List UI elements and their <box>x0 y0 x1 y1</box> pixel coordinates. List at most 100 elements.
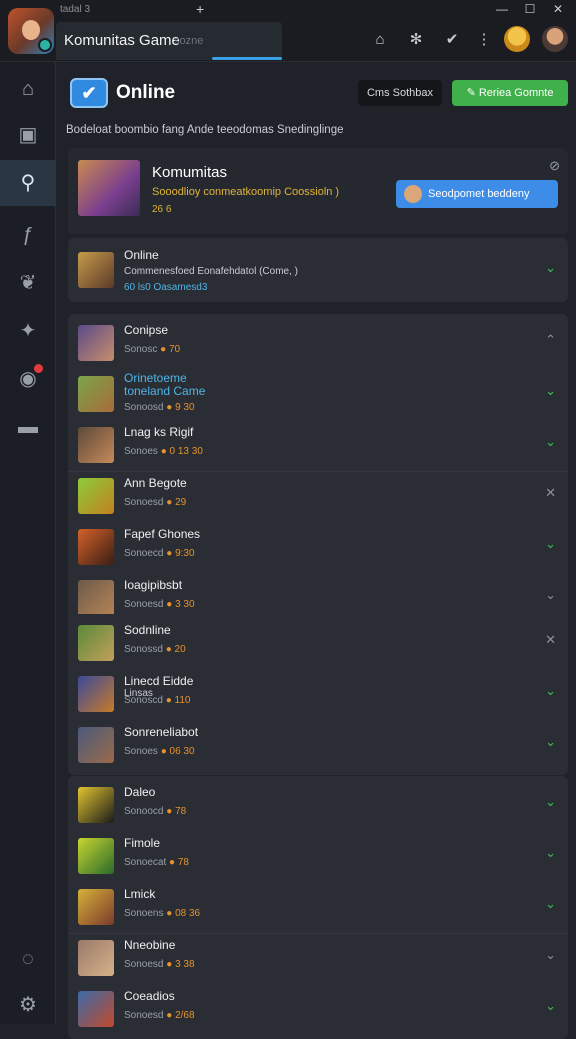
maximize-button[interactable]: ☐ <box>518 2 542 18</box>
chevron-down-icon[interactable]: ⌄ <box>545 734 556 750</box>
game-title: Fimole <box>124 836 161 850</box>
home-icon[interactable]: ⌂ <box>0 66 56 112</box>
coin-icon: ● <box>165 695 175 706</box>
user-avatar[interactable] <box>504 26 530 52</box>
pencil-icon: ✎ <box>466 87 479 99</box>
chevron-down-icon[interactable]: ⌄ <box>545 536 556 552</box>
main-content: ✔ Online Cms Sothbax ✎ Reriea Gomnte Bod… <box>60 62 576 1039</box>
meta-value: 9 30 <box>175 402 195 413</box>
featured-meta: 26 6 <box>152 204 172 215</box>
meta-label: Sonoes <box>124 446 161 457</box>
filter-bar[interactable]: Bodeloat boombio fang Ande teeodomas Sne… <box>66 124 344 136</box>
game-title: Nneobine <box>124 938 176 952</box>
game-title: Fapef Ghones <box>124 527 201 541</box>
app-logo[interactable] <box>8 8 54 54</box>
game-thumbnail <box>78 889 114 925</box>
featured-action-button[interactable]: Seodpomet beddeny <box>396 180 558 208</box>
list-item[interactable]: Fimole Sonoecat ● 78 ⌄ <box>68 831 568 882</box>
list-item[interactable]: Daleo Sonoocd ● 78 ⌄ <box>68 780 568 831</box>
close-window-button[interactable]: ✕ <box>546 2 570 18</box>
chevron-down-icon[interactable]: ⌄ <box>545 587 556 603</box>
check-icon[interactable]: ✔ <box>442 30 462 50</box>
featured-card[interactable]: Komumitas Sooodlioy conmeatkoomip Coossi… <box>68 148 568 234</box>
new-tab-button[interactable]: + <box>196 1 204 17</box>
game-meta: Sonoecat ● 78 <box>124 857 189 868</box>
coin-icon: ● <box>166 1010 176 1021</box>
chevron-down-icon[interactable]: ⌄ <box>545 794 556 810</box>
chevron-down-icon[interactable]: ⌄ <box>545 383 556 399</box>
meta-value: 06 30 <box>169 746 195 757</box>
search-icon[interactable]: ⚲ <box>0 160 56 206</box>
chat-icon[interactable]: ◌ <box>0 936 56 982</box>
coin-icon: ● <box>169 857 178 868</box>
calendar-icon[interactable]: ▣ <box>0 112 56 158</box>
game-thumbnail <box>78 376 114 412</box>
leaf-icon[interactable]: ❦ <box>0 260 56 306</box>
list-item[interactable]: Coeadios Sonoesd ● 2/68 ⌄ <box>68 984 568 1035</box>
list-item[interactable]: Lmick Sonoens ● 08 36 ⌄ <box>68 882 568 933</box>
meta-label: Sonosc <box>124 344 161 355</box>
game-title: Orinetoeme toneland Came <box>124 371 206 398</box>
minimize-button[interactable]: — <box>490 2 514 18</box>
meta-value: 0 13 30 <box>169 446 203 457</box>
secondary-button[interactable]: Cms Sothbax <box>358 80 442 106</box>
more-icon[interactable]: ⋮ <box>474 30 494 50</box>
meta-value: 78 <box>175 806 187 817</box>
settings-icon[interactable]: ⚙ <box>0 982 56 1028</box>
game-meta: Sonoesd ● 2/68 <box>124 1010 195 1021</box>
profile-avatar[interactable] <box>542 26 568 52</box>
list-item[interactable]: Linecd Eidde Linsas Sonoscd ● 110 ⌄ <box>68 669 568 720</box>
list-item[interactable]: Nneobine Sonoesd ● 3 38 ⌄ <box>68 933 568 984</box>
status-title: Online <box>124 248 159 262</box>
chevron-down-icon[interactable]: ⌄ <box>545 845 556 861</box>
chevron-down-icon[interactable]: ⌄ <box>545 260 556 276</box>
game-title: Ioagipibsbt <box>124 578 183 592</box>
game-thumbnail <box>78 625 114 661</box>
list-item[interactable]: Lnag ks Rigif Sonoes ● 0 13 30 ⌄ <box>68 420 568 471</box>
inactive-tab-label[interactable]: tadal 3 <box>60 4 90 15</box>
game-meta: Sonoecd ● 9:30 <box>124 548 195 559</box>
font-icon[interactable]: ƒ <box>0 212 56 258</box>
close-icon[interactable]: ✕ <box>545 485 556 501</box>
meta-value: 70 <box>168 344 181 355</box>
close-icon[interactable]: ✕ <box>545 632 556 648</box>
list-item[interactable]: Sonreneliabot Sonoes ● 06 30 ⌄ <box>68 720 568 771</box>
game-meta: Sonoesd ● 3 30 <box>124 599 195 610</box>
options-icon[interactable]: ⊘ <box>549 158 560 174</box>
chevron-down-icon[interactable]: ⌄ <box>545 896 556 912</box>
list-item[interactable]: Fapef Ghones Sonoecd ● 9:30 ⌄ <box>68 522 568 573</box>
home-icon[interactable]: ⌂ <box>370 30 390 50</box>
gear-icon[interactable]: ✻ <box>406 30 426 50</box>
game-title: Lnag ks Rigif <box>124 425 194 439</box>
meta-label: Sonoocd <box>124 806 167 817</box>
game-title: Coeadios <box>124 989 175 1003</box>
featured-description: Sooodlioy conmeatkoomip Coossioln ) <box>152 186 340 198</box>
pin-icon[interactable]: ✦ <box>0 308 56 354</box>
chevron-down-icon[interactable]: ⌄ <box>545 947 556 963</box>
chevron-down-icon[interactable]: ⌄ <box>545 998 556 1014</box>
chevron-down-icon[interactable]: ⌄ <box>545 434 556 450</box>
game-thumbnail <box>78 529 114 565</box>
briefcase-icon[interactable]: ▬ <box>0 404 56 450</box>
list-item[interactable]: Ann Begote Sonoesd ● 29 ✕ <box>68 471 568 522</box>
meta-label: Sonoes <box>124 746 161 757</box>
game-group: Daleo Sonoocd ● 78 ⌄ Fimole Sonoecat ● 78 ⌄ Lm… <box>68 776 568 1039</box>
game-thumbnail <box>78 940 114 976</box>
primary-button[interactable]: ✎ Reriea Gomnte <box>452 80 568 106</box>
coin-icon: ● <box>166 599 176 610</box>
chevron-down-icon[interactable]: ⌄ <box>545 683 556 699</box>
status-card[interactable]: Online Commenesfoed Eonafehdatol (Come, … <box>68 238 568 302</box>
coin-icon: ● <box>166 402 176 413</box>
list-item[interactable]: Sodnline Sonossd ● 20 ✕ <box>68 618 568 669</box>
chevron-up-icon[interactable]: ⌃ <box>545 332 556 348</box>
game-meta: Sonoes ● 0 13 30 <box>124 446 203 457</box>
tab-komunitas-game[interactable]: Komunitas Game sozne <box>56 22 282 60</box>
game-meta: Sonoes ● 06 30 <box>124 746 195 757</box>
coin-icon: ● <box>160 446 170 457</box>
page-title: Online <box>116 82 176 103</box>
list-item[interactable]: Conipse Sonosc ● 70 ⌃ <box>68 318 568 369</box>
game-thumbnail <box>78 676 114 712</box>
target-icon[interactable]: ◉ <box>0 356 56 402</box>
logo-badge <box>38 38 52 52</box>
list-item[interactable]: Orinetoeme toneland Came Sonoosd ● 9 30 ⌄ <box>68 369 568 420</box>
